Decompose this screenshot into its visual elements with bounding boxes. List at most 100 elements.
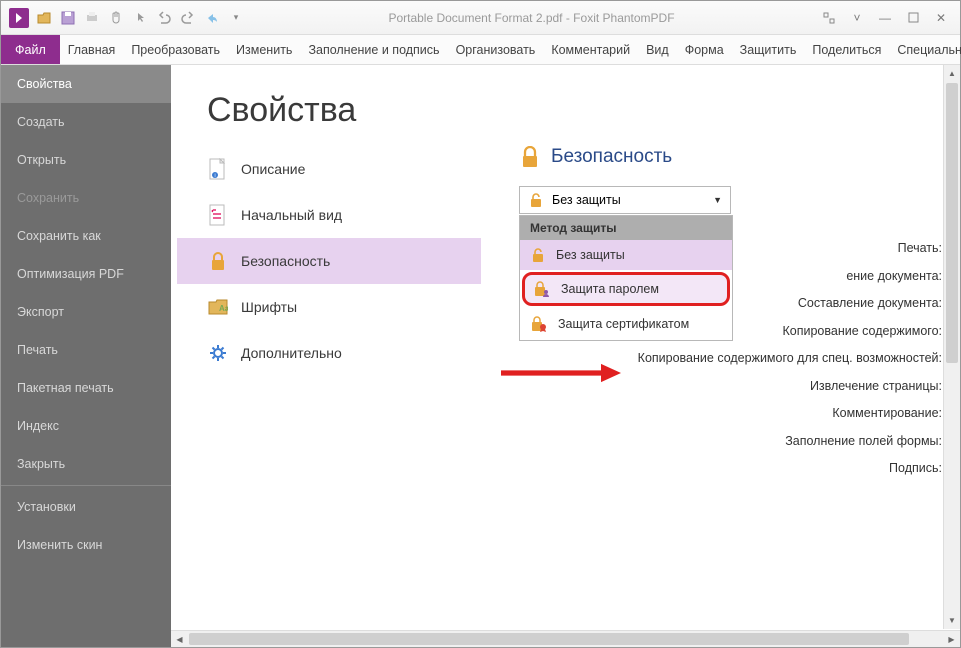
dropdown-item-label: Защита сертификатом [558,317,689,331]
dropdown-item-label: Защита паролем [561,282,659,296]
svg-text:Aa: Aa [219,304,228,313]
scroll-left-icon[interactable]: ◀ [171,631,188,647]
undo-icon[interactable] [155,9,173,27]
perm-comment: Комментирование: [638,400,942,428]
prop-advanced-label: Дополнительно [241,345,342,361]
select-icon[interactable] [131,9,149,27]
vscroll-thumb[interactable] [946,83,958,363]
hand-icon[interactable] [107,9,125,27]
sidebar-item-close[interactable]: Закрыть [1,445,171,483]
menu-file[interactable]: Файл [1,35,60,64]
main-area: Свойства Создать Открыть Сохранить Сохра… [1,65,960,647]
scroll-up-icon[interactable]: ▲ [944,65,960,82]
app-window: { "titlebar": { "title": "Portable Docum… [1,1,960,647]
menu-edit[interactable]: Изменить [228,35,300,64]
page-title: Свойства [171,91,960,130]
sidebar-item-create[interactable]: Создать [1,103,171,141]
prop-advanced[interactable]: Дополнительно [177,330,481,376]
security-dropdown: Метод защиты Без защиты Защита паролем [519,215,733,341]
menu-comment[interactable]: Комментарий [543,35,638,64]
lock-cert-icon [530,315,548,333]
menu-view[interactable]: Вид [638,35,677,64]
ribbon-pin-icon[interactable]: ˅ [850,11,864,25]
document-info-icon: i [207,158,229,180]
svg-text:i: i [214,173,215,179]
prop-fonts[interactable]: Aa Шрифты [177,284,481,330]
sidebar-item-save: Сохранить [1,179,171,217]
properties-list: i Описание Начальный вид Безопасность Aa… [171,146,481,376]
prop-security-label: Безопасность [241,253,330,269]
redo-icon[interactable] [179,9,197,27]
caret-down-icon: ▼ [713,195,722,205]
menu-special[interactable]: Специальные [889,35,961,64]
scroll-right-icon[interactable]: ▶ [943,631,960,647]
fonts-icon: Aa [207,296,229,318]
menu-protect[interactable]: Защитить [732,35,805,64]
print-icon[interactable] [83,9,101,27]
maximize-icon[interactable] [906,11,920,25]
scroll-down-icon[interactable]: ▼ [944,612,960,629]
horizontal-scrollbar[interactable]: ◀ ▶ [171,630,960,647]
menu-organize[interactable]: Организовать [448,35,544,64]
window-title: Portable Document Format 2.pdf - Foxit P… [253,11,810,25]
sidebar-item-properties[interactable]: Свойства [1,65,171,103]
perm-copy-access: Копирование содержимого для спец. возмож… [638,345,942,373]
file-sidebar: Свойства Создать Открыть Сохранить Сохра… [1,65,171,647]
hscroll-thumb[interactable] [189,633,909,645]
vertical-scrollbar[interactable]: ▲ ▼ [943,65,960,629]
perm-extract: Извлечение страницы: [638,373,942,401]
menu-fillsign[interactable]: Заполнение и подпись [300,35,447,64]
titlebar: ▾ Portable Document Format 2.pdf - Foxit… [1,1,960,35]
quick-access-toolbar: ▾ [1,8,253,28]
open-icon[interactable] [35,9,53,27]
sidebar-item-saveas[interactable]: Сохранить как [1,217,171,255]
menu-form[interactable]: Форма [677,35,732,64]
unlock-icon [530,247,546,263]
security-select-current[interactable]: Без защиты ▼ [520,187,730,213]
sidebar-item-export[interactable]: Экспорт [1,293,171,331]
prop-security[interactable]: Безопасность [177,238,481,284]
security-select-value: Без защиты [552,193,621,207]
sidebar-item-optimize[interactable]: Оптимизация PDF [1,255,171,293]
sidebar-item-print[interactable]: Печать [1,331,171,369]
sidebar-item-index[interactable]: Индекс [1,407,171,445]
security-heading: Безопасность [491,146,960,168]
window-controls: ˅ — ✕ [810,11,960,25]
form-icon [207,204,229,226]
dropdown-header: Метод защиты [520,216,732,240]
minimize-icon[interactable]: — [878,11,892,25]
share-icon[interactable] [203,9,221,27]
perm-sign: Подпись: [638,455,942,483]
dropdown-item-none[interactable]: Без защиты [520,240,732,270]
sidebar-item-options[interactable]: Установки [1,488,171,526]
security-select[interactable]: Без защиты ▼ Метод защиты Без защиты [519,186,731,214]
sidebar-item-open[interactable]: Открыть [1,141,171,179]
sidebar-item-batchprint[interactable]: Пакетная печать [1,369,171,407]
dropdown-item-certificate[interactable]: Защита сертификатом [520,308,732,340]
menu-share[interactable]: Поделиться [804,35,889,64]
sidebar-separator [1,485,171,486]
gear-icon [207,342,229,364]
ribbon-toggle-icon[interactable] [822,11,836,25]
lock-icon [207,250,229,272]
lock-user-icon [533,280,551,298]
unlock-icon [528,192,544,208]
menubar: Файл Главная Преобразовать Изменить Запо… [1,35,960,65]
lock-icon [519,146,541,168]
content-panel: Свойства i Описание Начальный вид Безопа… [171,65,960,647]
perm-form: Заполнение полей формы: [638,428,942,456]
prop-description[interactable]: i Описание [177,146,481,192]
sidebar-item-skin[interactable]: Изменить скин [1,526,171,564]
prop-initialview[interactable]: Начальный вид [177,192,481,238]
qat-more-icon[interactable]: ▾ [227,9,245,27]
prop-fonts-label: Шрифты [241,299,297,315]
save-icon[interactable] [59,9,77,27]
prop-initialview-label: Начальный вид [241,207,342,223]
menu-home[interactable]: Главная [60,35,124,64]
app-icon [9,8,29,28]
close-icon[interactable]: ✕ [934,11,948,25]
dropdown-item-label: Без защиты [556,248,625,262]
menu-convert[interactable]: Преобразовать [123,35,228,64]
prop-description-label: Описание [241,161,305,177]
dropdown-item-password[interactable]: Защита паролем [522,272,730,306]
